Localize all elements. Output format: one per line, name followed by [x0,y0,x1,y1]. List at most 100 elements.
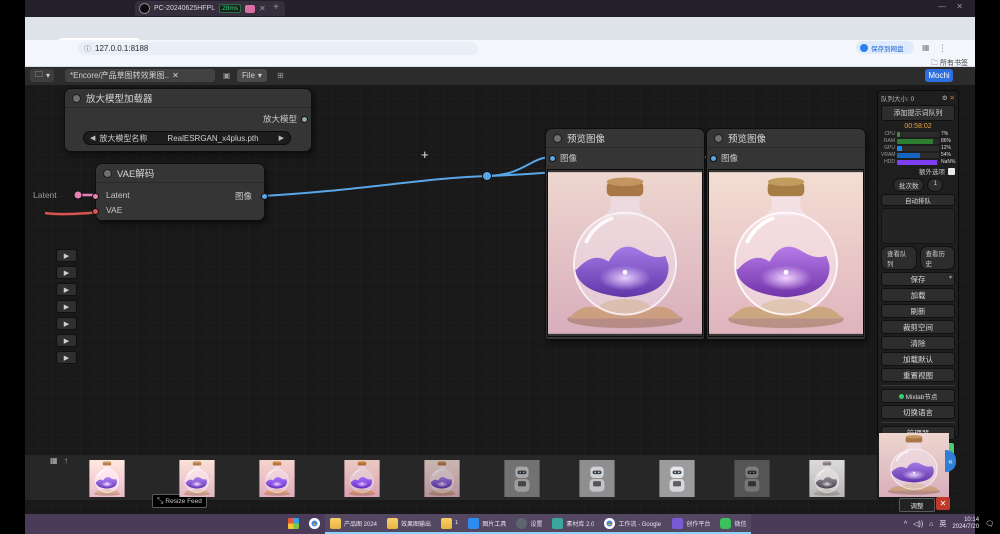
image-feed-icon[interactable]: ▦ [50,456,58,465]
queue-prompt-button[interactable]: 添加提示词队列 [881,105,955,121]
feed-thumbnail[interactable] [165,460,229,497]
remote-new-tab-button[interactable]: + [273,2,279,13]
close-feed-button[interactable]: ✕ [936,497,950,510]
input-port-vae[interactable] [92,208,99,215]
notifications-icon[interactable]: 🗨 [985,520,994,528]
tray-expand-icon[interactable]: ^ [904,521,907,528]
expand-icon[interactable]: ▶ [64,252,69,260]
node-header[interactable]: 预览图像 [546,129,704,148]
site-info-icon[interactable]: ⓘ [84,44,91,54]
expand-icon[interactable]: ▶ [64,354,69,362]
node-vae-decode[interactable]: VAE解码 Latent VAE 图像 [95,163,265,221]
load-button[interactable]: 加载 [881,288,955,302]
arrow-right-icon[interactable]: ▶ [279,134,284,142]
extra-options-row[interactable]: 额外选项 [881,166,955,176]
collapsed-node[interactable]: ▶ [56,300,77,313]
workflow-tab[interactable]: *Encore/产品草图转效果图.. ✕ [65,69,215,82]
remote-tab-close-icon[interactable]: ✕ [259,4,266,13]
start-button[interactable] [283,514,304,534]
node-preview-image-2[interactable]: 预览图像 图像 [706,128,866,340]
taskbar-folder[interactable]: 效果图输出 [382,514,436,534]
feed-up-arrow-icon[interactable]: ↑ [64,456,68,465]
feed-thumbnail[interactable] [75,460,139,497]
workspace-folder-button[interactable]: 🗀 ▾ [30,69,54,82]
output-port-image[interactable] [261,193,268,200]
feed-thumbnail[interactable] [795,460,859,497]
address-bar[interactable]: ⓘ 127.0.0.1:8188 [78,42,478,55]
collapsed-node[interactable]: ▶ [56,317,77,330]
collapsed-node[interactable]: ▶ [56,249,77,262]
expand-icon[interactable]: ▶ [64,286,69,294]
auto-queue-button[interactable]: 自动排队 [881,194,955,206]
expand-icon[interactable]: ▶ [64,303,69,311]
model-name-combo[interactable]: ◀ 放大模型名称 RealESRGAN_x4plus.pth ▶ [83,131,291,145]
menu-close-icon[interactable]: ✕ [950,94,955,102]
save-to-drive-extension-button[interactable]: 保存到网盘 [856,41,914,54]
node-preview-image-1[interactable]: 预览图像 图像 [545,128,705,340]
feed-thumbnail[interactable] [720,460,784,497]
expand-icon[interactable]: ▶ [64,269,69,277]
save-workflow-icon[interactable]: ▣ [223,71,231,80]
feed-thumbnail[interactable] [565,460,629,497]
expand-icon[interactable]: ▶ [64,320,69,328]
taskbar-chrome[interactable] [304,514,325,534]
taskbar-settings[interactable]: 设置 [511,514,547,534]
input-port-image[interactable] [710,155,717,162]
taskbar-app[interactable]: 图片工具 [463,514,511,534]
switch-language-button[interactable]: 切换语言 [881,405,955,419]
save-button[interactable]: 保存 ▾ [881,272,955,286]
collapse-dot-icon[interactable] [714,134,723,143]
taskbar-app[interactable]: 创作平台 [667,514,715,534]
node-header[interactable]: VAE解码 [96,164,264,183]
collapsed-node[interactable]: ▶ [56,283,77,296]
extra-options-checkbox[interactable] [948,168,955,175]
feed-thumbnail[interactable] [645,460,709,497]
preview-image-bottle[interactable] [708,169,864,337]
load-default-button[interactable]: 加载默认 [881,352,955,366]
collapsed-node[interactable]: ▶ [56,351,77,364]
save-dropdown-icon[interactable]: ▾ [949,274,952,281]
taskbar-folder[interactable]: 产品图 2024 [325,514,382,534]
collapse-dot-icon[interactable] [103,169,112,178]
arrow-left-icon[interactable]: ◀ [90,134,95,142]
feed-thumbnail[interactable] [245,460,309,497]
remote-window-controls[interactable]: — ✕ [938,2,967,11]
mixlab-nodes-button[interactable]: Mixlab节点 [881,389,955,403]
input-language[interactable]: 英 [939,519,946,529]
adjust-button[interactable]: 调整 [899,498,935,512]
sidebar-result-thumbnail[interactable] [879,433,949,497]
node-upscale-model-loader[interactable]: 放大模型加载器 放大模型 ◀ 放大模型名称 RealESRGAN_x4plus.… [64,88,312,152]
collapse-dot-icon[interactable] [72,94,81,103]
network-icon[interactable]: ⌂ [929,521,933,528]
preview-image-bottle[interactable] [547,169,703,337]
node-header[interactable]: 预览图像 [707,129,865,148]
collapse-dot-icon[interactable] [553,134,562,143]
node-header[interactable]: 放大模型加载器 [65,89,311,108]
extensions-puzzle-icon[interactable]: ▦ [922,43,930,52]
input-port-latent[interactable] [92,193,99,200]
clear-button[interactable]: 清除 [881,336,955,350]
feed-thumbnail[interactable] [410,460,474,497]
workflow-tab-close-icon[interactable]: ✕ [172,71,179,80]
settings-gear-icon[interactable]: ⚙ [942,94,948,102]
view-history-button[interactable]: 查看历史 [920,246,956,270]
collapsed-node[interactable]: ▶ [56,266,77,279]
reset-view-button[interactable]: 重置视图 [881,368,955,382]
taskbar-folder[interactable]: 素材库 2.0 [547,514,599,534]
refresh-button[interactable]: 刷新 [881,304,955,318]
output-port-model[interactable] [301,116,308,123]
feed-thumbnail[interactable] [330,460,394,497]
input-port-image[interactable] [549,155,556,162]
clipspace-button[interactable]: 裁剪空间 [881,320,955,334]
remote-session-tab[interactable]: PC-20240625HFPL 28ms ✕ [135,1,285,16]
view-queue-button[interactable]: 查看队列 [881,246,917,270]
mochi-button[interactable]: Mochi [925,69,953,82]
file-menu-button[interactable]: File ▾ [237,69,267,82]
collapsed-node[interactable]: ▶ [56,334,77,347]
taskbar-chrome-window[interactable]: 工作流 - Google Chr… [599,514,667,534]
batch-count-value[interactable]: 1 [927,178,943,192]
taskbar-folder[interactable]: 1 [436,514,463,534]
grid-view-icon[interactable]: ⊞ [277,71,284,80]
taskbar-clock[interactable]: 10:14 2024/7/20 [952,517,979,531]
expand-icon[interactable]: ▶ [64,337,69,345]
